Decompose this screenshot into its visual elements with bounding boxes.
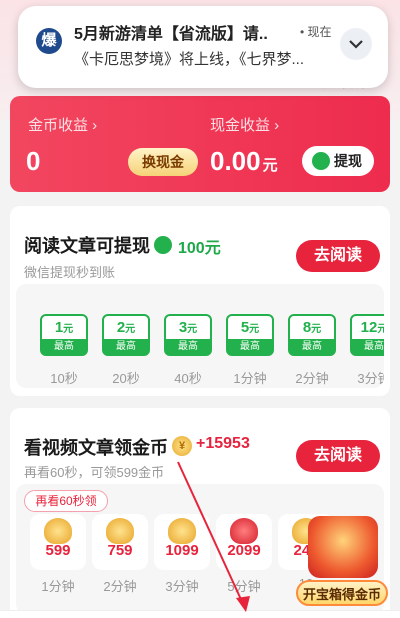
milestone-amount: 1元 bbox=[54, 319, 74, 336]
chest-value: 599 bbox=[45, 542, 71, 559]
milestone-label: 40秒 bbox=[174, 371, 202, 386]
notification-body: 《卡厄思梦境》将上线，《七界梦... bbox=[74, 51, 305, 68]
milestone-tag: 最高 bbox=[166, 339, 210, 354]
milestone-tag: 最高 bbox=[352, 339, 384, 354]
milestone-label: 20秒 bbox=[112, 371, 140, 386]
coin-earnings-link[interactable]: 金币收益 › bbox=[28, 114, 97, 135]
notification-banner[interactable]: 爆 5月新游清单【省流版】请.. • 现在 《卡厄思梦境》将上线，《七界梦... bbox=[18, 6, 388, 88]
read-task-title: 阅读文章可提现 bbox=[24, 236, 150, 256]
milestone-tag: 最高 bbox=[42, 339, 86, 354]
treasure-label: 开宝箱得金币 bbox=[296, 580, 388, 606]
read-task-card: 阅读文章可提现 100元 微信提现秒到账 去阅读 1元最高 10秒 2元最高 2… bbox=[10, 206, 390, 396]
chest-value: 2099 bbox=[227, 542, 261, 559]
read-task-subtitle: 微信提现秒到账 bbox=[24, 265, 116, 280]
milestone-badge: 5元最高 bbox=[226, 314, 274, 356]
milestone-label: 3分钟 bbox=[357, 371, 384, 386]
notification-time: • 现在 bbox=[300, 25, 332, 39]
milestone-badge: 8元最高 bbox=[288, 314, 336, 356]
coin-bag-icon bbox=[106, 518, 134, 544]
coin-chest[interactable]: 1099 bbox=[154, 514, 210, 570]
milestone-amount: 5元 bbox=[240, 319, 260, 336]
exchange-cash-button[interactable]: 换现金 bbox=[128, 148, 198, 176]
milestone-badge: 3元最高 bbox=[164, 314, 212, 356]
milestone-label: 2分钟 bbox=[295, 371, 329, 386]
treasure-chest-button[interactable]: 开宝箱得金币 bbox=[296, 516, 388, 610]
milestone-tag: 最高 bbox=[104, 339, 148, 354]
chest-label: 3分钟 bbox=[165, 579, 199, 594]
video-task-coins: +15953 bbox=[196, 435, 250, 452]
coin-earnings-value: 0 bbox=[26, 146, 41, 176]
chest-label: 1分钟 bbox=[41, 579, 75, 594]
milestone-badge: 1元最高 bbox=[40, 314, 88, 356]
go-read-button[interactable]: 去阅读 bbox=[296, 240, 380, 272]
milestone-amount: 2元 bbox=[116, 319, 136, 336]
cash-unit: 元 bbox=[262, 157, 278, 174]
video-task-subtitle: 再看60秒，可领599金币 bbox=[24, 465, 165, 480]
chest-value: 1099 bbox=[165, 542, 199, 559]
coin-chest[interactable]: 599 bbox=[30, 514, 86, 570]
expand-chevron-button[interactable] bbox=[340, 28, 372, 60]
notification-title: 5月新游清单【省流版】请.. bbox=[74, 26, 268, 43]
chest-label: 5分钟 bbox=[227, 579, 261, 594]
withdraw-label: 提现 bbox=[334, 153, 362, 169]
coin-bag-icon bbox=[168, 518, 196, 544]
coin-chest[interactable]: 759 bbox=[92, 514, 148, 570]
chest-label: 2分钟 bbox=[103, 579, 137, 594]
chevron-down-icon bbox=[349, 40, 363, 49]
chest-value: 759 bbox=[107, 542, 133, 559]
milestone-badge: 2元最高 bbox=[102, 314, 150, 356]
milestone-tag: 最高 bbox=[228, 339, 272, 354]
coin-bag-icon bbox=[44, 518, 72, 544]
cash-amount: 0.00 bbox=[210, 146, 261, 176]
milestone-badge: 12元最高 bbox=[350, 314, 384, 356]
earnings-panel: 金币收益 › 0 换现金 现金收益 › 0.00 元 提现 bbox=[10, 96, 390, 192]
read-milestones: 1元最高 10秒 2元最高 20秒 3元最高 40秒 5元最高 1分钟 8元最高… bbox=[16, 284, 384, 388]
milestone-amount: 3元 bbox=[178, 319, 198, 336]
wechat-icon bbox=[312, 152, 330, 170]
treasure-chest-icon bbox=[308, 516, 378, 578]
milestone-label: 1分钟 bbox=[233, 371, 267, 386]
cash-earnings-link[interactable]: 现金收益 › bbox=[210, 114, 279, 135]
milestone-label: 10秒 bbox=[50, 371, 78, 386]
bottom-tab-bar bbox=[0, 610, 400, 618]
video-task-title: 看视频文章领金币 bbox=[24, 438, 168, 458]
wechat-icon bbox=[154, 236, 172, 254]
cash-earnings-value: 0.00 元 bbox=[210, 146, 278, 177]
red-envelope-icon bbox=[230, 518, 258, 544]
milestone-amount: 12元 bbox=[360, 319, 384, 336]
milestone-tag: 最高 bbox=[290, 339, 334, 354]
watch-more-pill: 再看60秒领 bbox=[24, 490, 108, 512]
milestone-amount: 8元 bbox=[302, 319, 322, 336]
coin-chest[interactable]: 2099 bbox=[216, 514, 272, 570]
read-task-reward: 100元 bbox=[178, 240, 221, 257]
coin-icon: ¥ bbox=[172, 436, 192, 456]
go-read-video-button[interactable]: 去阅读 bbox=[296, 440, 380, 472]
app-icon: 爆 bbox=[36, 28, 62, 54]
withdraw-button[interactable]: 提现 bbox=[302, 146, 374, 176]
